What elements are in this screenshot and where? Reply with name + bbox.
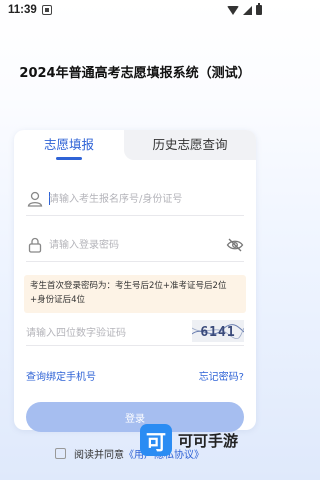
tab-bar: 志愿填报 历史志愿查询 (14, 130, 256, 160)
password-field (26, 228, 244, 262)
status-time: 11:39 (8, 4, 37, 16)
page-title: 2024年普通高考志愿填报系统（测试） (19, 66, 251, 81)
links-row: 查询绑定手机号 忘记密码? (26, 368, 244, 384)
login-card: 志愿填报 历史志愿查询 考生首次登录密码为：考生号后2位+准考证号后2位+身份证… (14, 130, 256, 432)
agree-checkbox[interactable] (55, 447, 66, 459)
lock-icon (28, 237, 42, 253)
password-input[interactable] (49, 236, 219, 254)
forgot-password-link[interactable]: 忘记密码? (199, 368, 244, 383)
watermark-logo: 可 (140, 424, 172, 456)
captcha-image[interactable]: 6141 (192, 320, 244, 342)
watermark: 可 可可手游 (140, 420, 270, 460)
captcha-field: 6141 (26, 320, 244, 346)
eye-off-icon[interactable] (226, 236, 244, 254)
status-bar: 11:39 (0, 0, 270, 20)
user-icon (27, 191, 43, 207)
query-phone-link[interactable]: 查询绑定手机号 (26, 368, 96, 383)
notification-icon (41, 5, 52, 15)
tab-volunteer-fill[interactable]: 志愿填报 (14, 130, 124, 160)
battery-icon (256, 3, 262, 15)
status-icons (227, 3, 262, 15)
captcha-input[interactable] (26, 324, 176, 342)
agree-text: 阅读并同意 (74, 449, 124, 461)
password-hint: 考生首次登录密码为：考生号后2位+准考证号后2位+身份证后4位 (24, 275, 246, 313)
signal-icon (243, 5, 252, 15)
tab-history-query[interactable]: 历史志愿查询 (124, 130, 256, 160)
username-field (26, 182, 244, 216)
username-input[interactable] (49, 190, 219, 208)
tab-active-indicator (56, 157, 82, 160)
captcha-text: 6141 (200, 325, 235, 340)
watermark-text: 可可手游 (178, 431, 239, 450)
wifi-icon (227, 5, 239, 15)
